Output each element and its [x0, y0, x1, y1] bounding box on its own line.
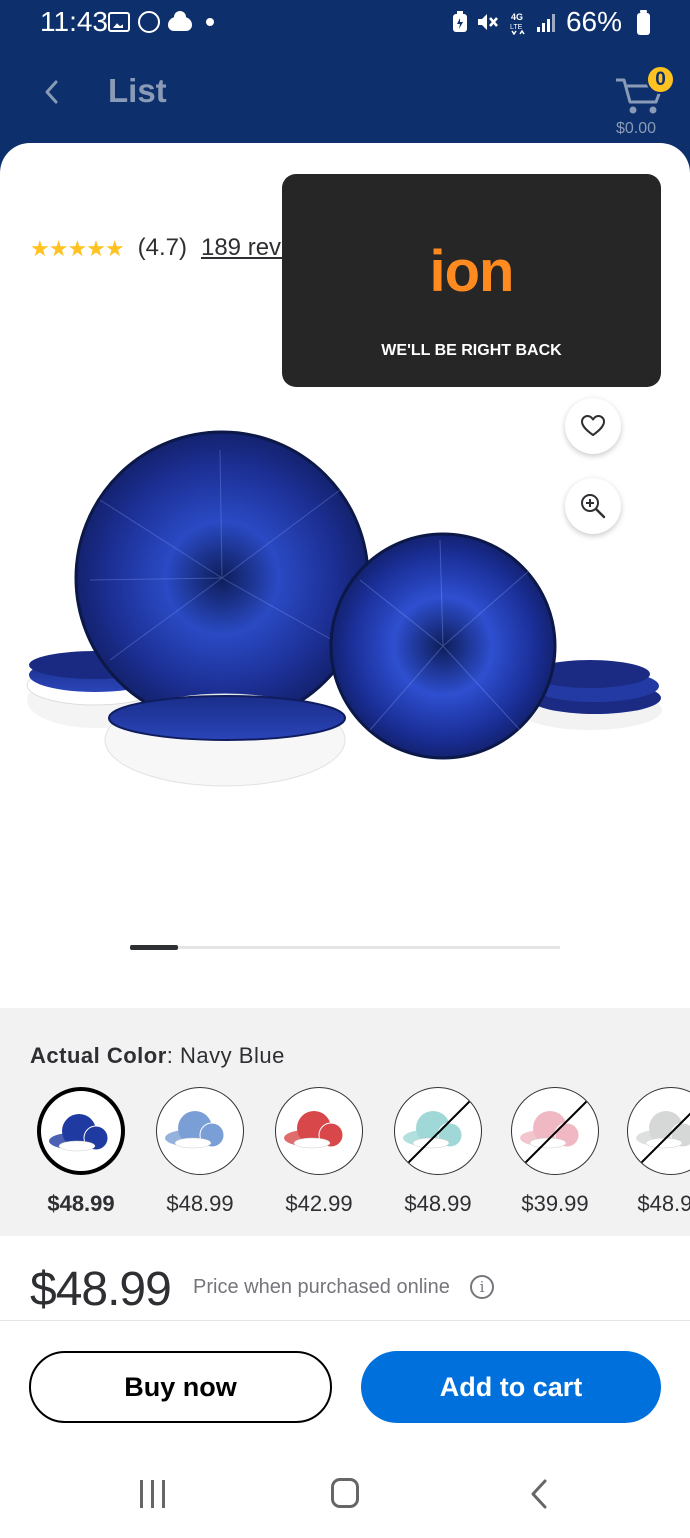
- swatch-thumbnail: [402, 1095, 476, 1169]
- swatch-price: $48.99: [47, 1191, 115, 1216]
- lte-icon: 4G LTE: [510, 12, 525, 35]
- cart-count-badge: 0: [646, 65, 675, 94]
- color-swatch[interactable]: [394, 1087, 482, 1175]
- swatch-price: $39.99: [521, 1191, 589, 1216]
- circle-icon: [138, 11, 160, 33]
- carousel-indicator: [130, 945, 178, 950]
- info-icon[interactable]: i: [470, 1275, 494, 1299]
- svg-text:LTE: LTE: [510, 24, 523, 31]
- nav-back-icon[interactable]: [528, 1478, 550, 1510]
- mute-icon: [477, 14, 498, 30]
- cloud-icon: [168, 11, 192, 31]
- swatch-price: $42.99: [285, 1191, 353, 1216]
- buy-now-button[interactable]: Buy now: [29, 1351, 332, 1423]
- ad-popup[interactable]: ion WE'LL BE RIGHT BACK: [282, 174, 661, 387]
- ad-brand-logo: ion: [429, 239, 515, 304]
- status-time: 11:43: [40, 6, 108, 37]
- color-swatch[interactable]: [627, 1087, 690, 1175]
- signal-icon: [536, 14, 555, 32]
- price-note: Price when purchased online: [193, 1276, 450, 1298]
- ad-message: WE'LL BE RIGHT BACK: [381, 342, 562, 359]
- swatch-thumbnail: [49, 1114, 109, 1152]
- divider: [0, 1320, 690, 1321]
- swatch-price: $48.99: [637, 1191, 690, 1216]
- swatch-price: $48.99: [166, 1191, 234, 1216]
- variant-selected-value: Navy Blue: [180, 1043, 285, 1068]
- color-swatch[interactable]: [156, 1087, 244, 1175]
- product-price: $48.99: [30, 1263, 172, 1316]
- product-image[interactable]: [20, 430, 670, 800]
- page-title: List: [108, 72, 167, 109]
- color-swatch[interactable]: [275, 1087, 363, 1175]
- swatch-thumbnail: [284, 1111, 344, 1149]
- carousel-track: [130, 946, 560, 949]
- swatch-price: $48.99: [404, 1191, 472, 1216]
- cart-total: $0.00: [615, 120, 657, 137]
- variant-section: Actual Color: Navy Blue $48.99 $48.99 $42.…: [0, 1008, 690, 1236]
- battery-saver-icon: [452, 11, 467, 32]
- variant-label-name: Actual Color: [30, 1043, 167, 1068]
- rating-stars: ★★★★★: [30, 236, 125, 261]
- variant-label: Actual Color: Navy Blue: [30, 1043, 285, 1068]
- battery-icon: [637, 10, 650, 35]
- color-swatch[interactable]: [511, 1087, 599, 1175]
- recent-apps-icon[interactable]: [138, 1480, 168, 1508]
- back-arrow-icon[interactable]: [38, 74, 66, 110]
- system-nav-bar: [0, 1450, 690, 1538]
- add-to-cart-button[interactable]: Add to cart: [361, 1351, 661, 1423]
- swatch-thumbnail: [519, 1095, 593, 1169]
- status-bar: 11:43 4G LTE 66%: [0, 0, 690, 48]
- rating-value: (4.7): [137, 234, 187, 261]
- swatch-thumbnail: [635, 1111, 690, 1169]
- swatch-thumbnail: [165, 1111, 225, 1149]
- dot-icon: [206, 18, 214, 26]
- gallery-icon: [108, 12, 130, 32]
- color-swatch[interactable]: [37, 1087, 125, 1175]
- home-icon[interactable]: [331, 1478, 359, 1508]
- svg-text:4G: 4G: [511, 12, 523, 22]
- battery-percent: 66%: [565, 6, 622, 37]
